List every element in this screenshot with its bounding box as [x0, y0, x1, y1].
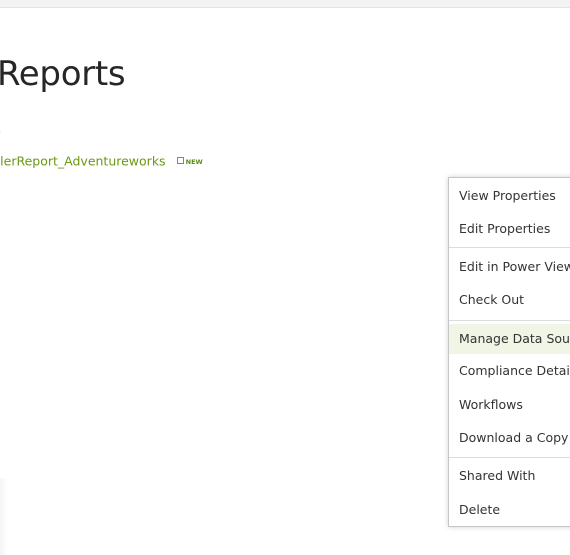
panel-edge-shadow — [0, 478, 8, 555]
top-bar — [0, 0, 570, 8]
document-link[interactable]: ellerReport_Adventureworks — [0, 154, 166, 169]
menu-item-check-out[interactable]: Check Out — [449, 285, 570, 315]
page-title: Reports — [0, 54, 126, 94]
new-icon — [176, 157, 184, 164]
menu-item-shared-with[interactable]: Shared With — [449, 461, 570, 491]
menu-item-edit-properties[interactable]: Edit Properties — [449, 214, 570, 244]
menu-item-view-properties[interactable]: View Properties — [449, 181, 570, 211]
menu-item-workflows[interactable]: Workflows — [449, 390, 570, 420]
menu-item-manage-data-sources[interactable]: Manage Data Sourc — [449, 324, 570, 354]
column-header[interactable]: e — [0, 125, 1, 139]
new-badge: NEW — [176, 157, 203, 166]
menu-item-download-a-copy[interactable]: Download a Copy — [449, 423, 570, 453]
document-row: ellerReport_Adventureworks NEW — [0, 151, 203, 171]
menu-separator — [449, 457, 570, 458]
menu-separator — [449, 320, 570, 321]
menu-item-delete[interactable]: Delete — [449, 495, 570, 525]
menu-separator — [449, 247, 570, 248]
menu-item-edit-in-power-view[interactable]: Edit in Power View — [449, 252, 570, 282]
context-menu: View Properties Edit Properties Edit in … — [448, 177, 570, 527]
new-badge-label: NEW — [185, 157, 203, 166]
menu-item-compliance-details[interactable]: Compliance Details — [449, 356, 570, 386]
